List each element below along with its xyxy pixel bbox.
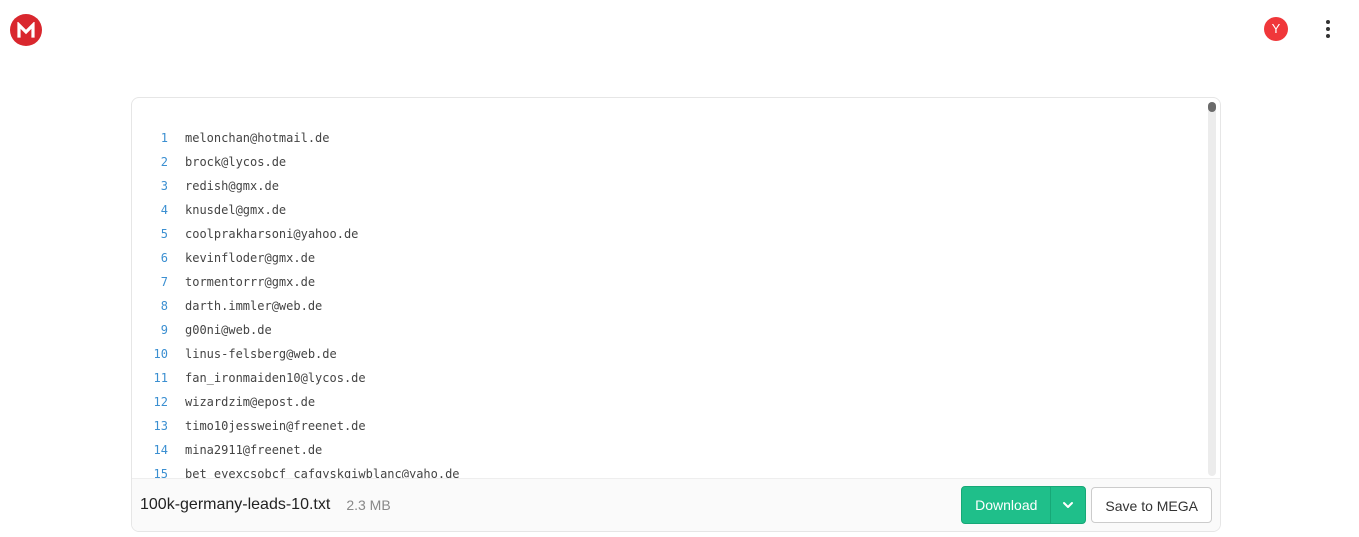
line-number: 6 [160, 251, 168, 265]
code-line: 13 timo10jesswein@freenet.de [132, 414, 1208, 438]
line-number: 10 [153, 347, 168, 361]
line-number: 2 [160, 155, 168, 169]
file-size: 2.3 MB [346, 497, 391, 513]
line-text: g00ni@web.de [185, 323, 272, 337]
line-text: redish@gmx.de [185, 179, 279, 193]
file-actions: Download Save to MEGA [961, 486, 1212, 524]
line-number: 1 [160, 131, 168, 145]
save-to-mega-button[interactable]: Save to MEGA [1091, 487, 1212, 523]
avatar[interactable]: Y [1264, 17, 1288, 41]
code-line: 10 linus-felsberg@web.de [132, 342, 1208, 366]
line-text: linus-felsberg@web.de [185, 347, 337, 361]
menu-dot [1326, 27, 1330, 31]
scrollbar[interactable] [1208, 102, 1216, 476]
line-text: knusdel@gmx.de [185, 203, 287, 217]
file-info-bar: 100k-germany-leads-10.txt 2.3 MB Downloa… [132, 478, 1220, 531]
download-button[interactable]: Download [962, 487, 1050, 523]
line-number: 9 [160, 323, 168, 337]
code-line: 4 knusdel@gmx.de [132, 198, 1208, 222]
download-button-group: Download [961, 486, 1087, 524]
code-line: 6 kevinfloder@gmx.de [132, 246, 1208, 270]
file-preview-panel: 1 melonchan@hotmail.de 2 brock@lycos.de 3 red… [131, 97, 1221, 532]
code-line: 11 fan_ironmaiden10@lycos.de [132, 366, 1208, 390]
more-vertical-icon[interactable] [1318, 17, 1338, 41]
line-text: coolprakharsoni@yahoo.de [185, 227, 359, 241]
line-text: brock@lycos.de [185, 155, 287, 169]
mega-logo-icon[interactable] [10, 14, 42, 46]
code-line: 12 wizardzim@epost.de [132, 390, 1208, 414]
menu-dot [1326, 34, 1330, 38]
file-name: 100k-germany-leads-10.txt [140, 496, 331, 513]
code-line: 3 redish@gmx.de [132, 174, 1208, 198]
line-text: melonchan@hotmail.de [185, 131, 330, 145]
line-text: timo10jesswein@freenet.de [185, 419, 366, 433]
line-text: wizardzim@epost.de [185, 395, 316, 409]
line-text: tormentorrr@gmx.de [185, 275, 316, 289]
code-line: 7 tormentorrr@gmx.de [132, 270, 1208, 294]
chevron-down-icon [1063, 502, 1074, 508]
line-text: fan_ironmaiden10@lycos.de [185, 371, 366, 385]
line-number: 8 [160, 299, 168, 313]
code-line: 14 mina2911@freenet.de [132, 438, 1208, 462]
line-number: 7 [160, 275, 168, 289]
line-number: 11 [153, 371, 168, 385]
line-number: 12 [153, 395, 168, 409]
line-number: 13 [153, 419, 168, 433]
text-preview: 1 melonchan@hotmail.de 2 brock@lycos.de 3 red… [132, 98, 1208, 480]
line-number: 4 [160, 203, 168, 217]
line-number: 14 [153, 443, 168, 457]
mega-logo-glyph [17, 22, 35, 38]
line-text: darth.immler@web.de [185, 299, 323, 313]
line-text: kevinfloder@gmx.de [185, 251, 316, 265]
line-text: mina2911@freenet.de [185, 443, 323, 457]
menu-dot [1326, 20, 1330, 24]
code-line: 5 coolprakharsoni@yahoo.de [132, 222, 1208, 246]
scrollbar-thumb[interactable] [1208, 102, 1216, 112]
download-options-button[interactable] [1050, 487, 1085, 523]
code-line: 2 brock@lycos.de [132, 150, 1208, 174]
line-number: 5 [160, 227, 168, 241]
line-number: 3 [160, 179, 168, 193]
code-line: 1 melonchan@hotmail.de [132, 126, 1208, 150]
code-line: 9 g00ni@web.de [132, 318, 1208, 342]
code-line: 8 darth.immler@web.de [132, 294, 1208, 318]
